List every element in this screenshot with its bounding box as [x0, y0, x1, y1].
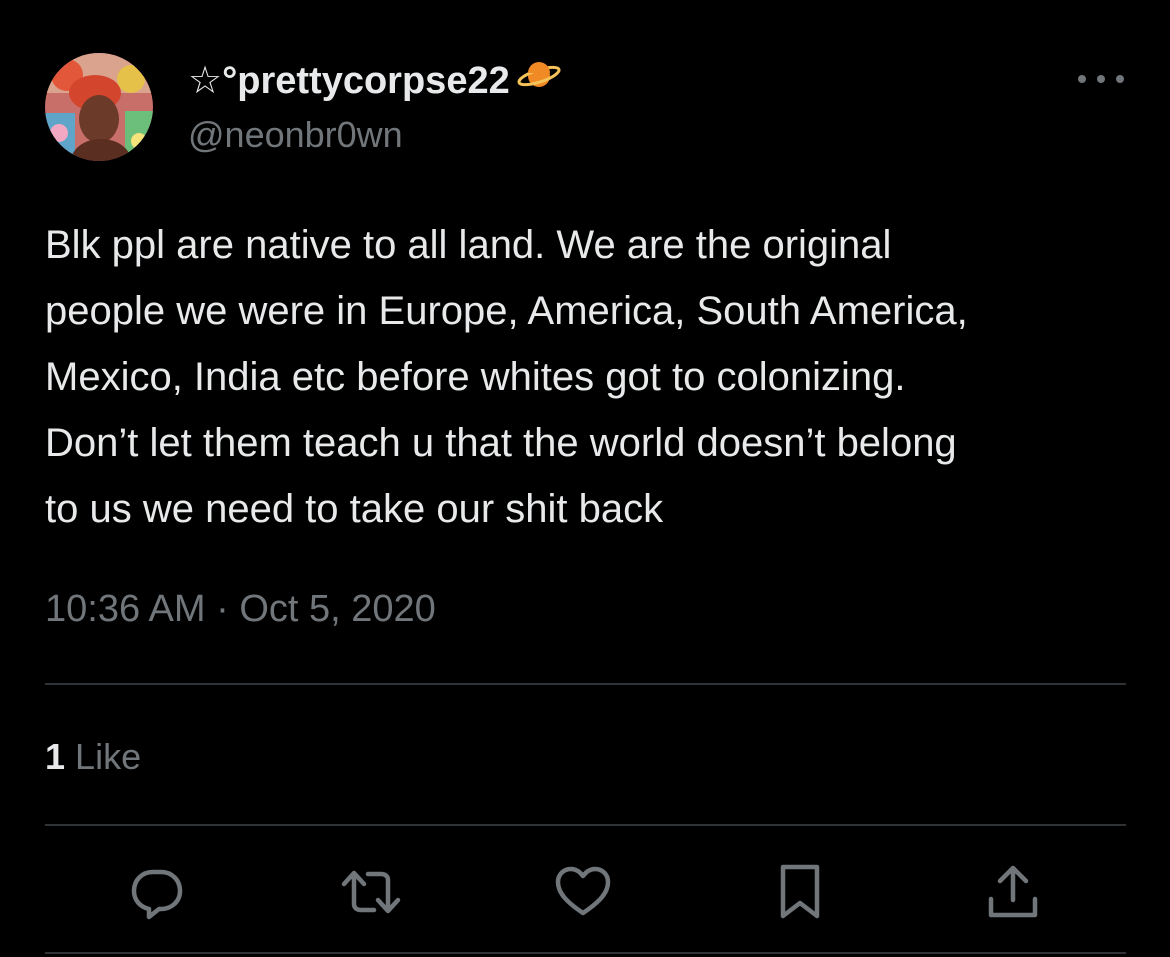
- divider: [45, 683, 1126, 685]
- like-label: Like: [75, 736, 142, 777]
- avatar[interactable]: [45, 53, 153, 161]
- user-handle[interactable]: @neonbr0wn: [188, 114, 403, 156]
- divider: [45, 952, 1126, 954]
- tweet-text-line: people we were in Europe, America, South…: [45, 289, 968, 333]
- tweet-text: Blk ppl are native to all land. We are t…: [45, 212, 1135, 542]
- ringed-planet-icon: [516, 59, 562, 102]
- share-icon: [988, 865, 1038, 918]
- display-name-text: ☆°prettycorpse22: [188, 60, 510, 102]
- reply-button[interactable]: [127, 862, 187, 922]
- likes-summary[interactable]: 1 Like: [45, 736, 141, 778]
- bookmark-button[interactable]: [770, 862, 830, 922]
- retweet-icon: [341, 870, 401, 914]
- like-button[interactable]: [553, 862, 613, 922]
- tweet-text-line: Don’t let them teach u that the world do…: [45, 421, 957, 465]
- reply-icon: [131, 869, 183, 920]
- avatar-image: [45, 53, 153, 161]
- like-icon: [555, 866, 611, 916]
- display-name[interactable]: ☆°prettycorpse22: [188, 58, 562, 103]
- tweet-text-line: Mexico, India etc before whites got to c…: [45, 355, 906, 399]
- tweet-timestamp[interactable]: 10:36 AM · Oct 5, 2020: [45, 588, 436, 631]
- tweet-text-line: to us we need to take our shit back: [45, 487, 664, 531]
- share-button[interactable]: [983, 862, 1043, 922]
- tweet-text-line: Blk ppl are native to all land. We are t…: [45, 223, 892, 267]
- like-count: 1: [45, 736, 66, 777]
- bookmark-icon: [780, 864, 820, 919]
- more-options-icon[interactable]: [1078, 68, 1124, 90]
- divider: [45, 824, 1126, 826]
- retweet-button[interactable]: [341, 862, 401, 922]
